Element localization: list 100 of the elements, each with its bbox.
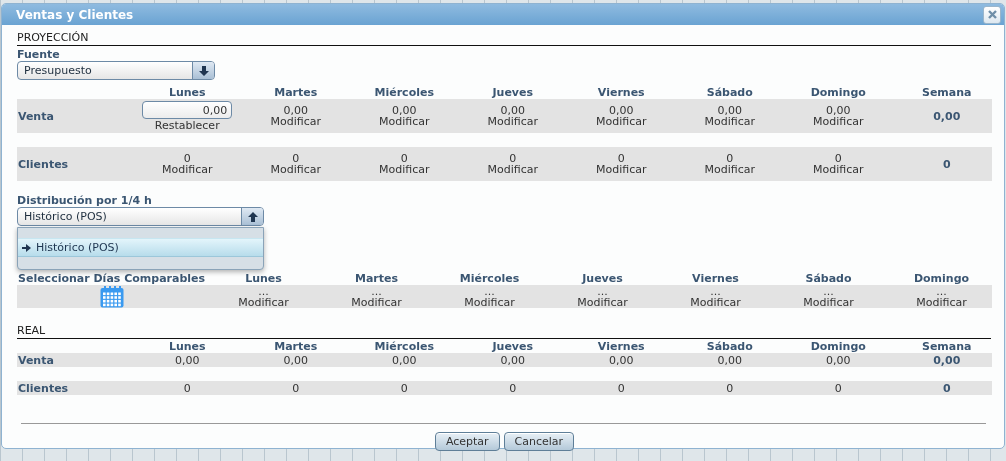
field-label: Fuente [17, 48, 61, 61]
section-label: Seleccionar Días Comparables [17, 272, 206, 285]
cell-value: 0,00 [609, 105, 634, 116]
row-label: Venta [17, 353, 54, 367]
calendar-icon[interactable] [100, 285, 124, 308]
dialog-button[interactable]: Aceptar [434, 432, 500, 451]
section-heading: PROYECCIÓN [17, 31, 991, 46]
close-button[interactable] [983, 5, 1001, 24]
total-value: 0 [942, 158, 951, 170]
dropdown-option[interactable]: Histórico (POS) [18, 238, 263, 257]
cell-value: 0,00 [500, 354, 525, 366]
cell-value: 0 [400, 153, 408, 164]
cell-value: 0 [292, 382, 300, 394]
modify-link[interactable]: Modificar [596, 164, 647, 175]
modify-link[interactable]: Modificar [487, 164, 538, 175]
reset-link[interactable]: Restablecer [154, 120, 220, 131]
column-header: Sábado [705, 340, 754, 353]
section-heading: REAL [17, 324, 991, 339]
window-title: Ventas y Clientes [16, 7, 134, 22]
column-header: Viernes [596, 86, 646, 99]
row-label: Clientes [17, 157, 69, 171]
column-header: Lunes [244, 272, 283, 285]
column-header: Viernes [691, 272, 740, 285]
select-field[interactable]: Presupuesto [17, 61, 215, 80]
modify-link[interactable]: Modificar [596, 116, 647, 127]
modify-link[interactable]: Modificar [704, 116, 755, 127]
cell-value: 0 [509, 382, 517, 394]
cell-value: 0,00 [826, 105, 851, 116]
up-arrow-icon [246, 210, 259, 223]
dropdown-button[interactable] [241, 208, 263, 225]
column-header: Jueves [491, 340, 535, 353]
cell-value: 0 [617, 382, 625, 394]
modify-link[interactable]: Modificar [487, 116, 538, 127]
column-header: Domingo [912, 272, 971, 285]
cell-value: ... [710, 285, 721, 297]
modify-link[interactable]: Modificar [916, 296, 967, 308]
cell-value: 0,00 [500, 105, 525, 116]
modify-link[interactable]: Modificar [803, 296, 854, 308]
column-header: Martes [273, 86, 319, 99]
row-label: Venta [17, 109, 54, 123]
cell-value: 0 [400, 382, 408, 394]
column-header: Jueves [580, 272, 624, 285]
cell-value: ... [936, 285, 947, 297]
column-header: Martes [353, 272, 400, 285]
cell-value: 0,00 [175, 354, 200, 366]
modify-link[interactable]: Modificar [464, 296, 515, 308]
column-header: Lunes [167, 340, 207, 353]
cell-value: ... [597, 285, 608, 297]
modify-link[interactable]: Modificar [270, 164, 321, 175]
cell-value: 0 [726, 382, 734, 394]
total-value: 0 [942, 382, 951, 394]
modify-link[interactable]: Modificar [270, 116, 321, 127]
dialog-button[interactable]: Cancelar [503, 432, 575, 451]
cell-value: 0 [183, 382, 191, 394]
modify-link[interactable]: Modificar [162, 164, 213, 175]
select-field[interactable]: Histórico (POS) [17, 207, 264, 226]
modify-link[interactable]: Modificar [577, 296, 628, 308]
cell-value: 0 [292, 153, 300, 164]
cell-value: 0 [834, 153, 842, 164]
column-header: Sábado [804, 272, 853, 285]
column-header: Miércoles [373, 340, 435, 353]
column-header: Domingo [809, 340, 867, 353]
cell-value: 0,00 [717, 354, 742, 366]
modify-link[interactable]: Modificar [379, 116, 430, 127]
value-input[interactable]: 0,00 [142, 101, 233, 119]
modify-link[interactable]: Modificar [379, 164, 430, 175]
column-header: Domingo [809, 86, 867, 99]
cell-value: 0 [834, 382, 842, 394]
dropdown-button[interactable] [192, 62, 214, 79]
column-header: Miércoles [373, 86, 435, 99]
total-value: 0,00 [933, 110, 961, 122]
down-arrow-icon [197, 64, 210, 77]
modify-link[interactable]: Modificar [690, 296, 741, 308]
column-header: Martes [273, 340, 319, 353]
column-header: Sábado [705, 86, 754, 99]
cell-value: ... [484, 285, 495, 297]
cell-value: 0,00 [717, 105, 742, 116]
cell-value: ... [258, 285, 269, 297]
cell-value: 0 [183, 153, 191, 164]
cell-value: 0,00 [283, 105, 308, 116]
cell-value: ... [823, 285, 834, 297]
modify-link[interactable]: Modificar [704, 164, 755, 175]
column-header: Semana [921, 86, 973, 99]
cell-value: ... [371, 285, 382, 297]
cell-value: 0 [726, 153, 734, 164]
modify-link[interactable]: Modificar [813, 164, 864, 175]
column-header: Lunes [167, 86, 207, 99]
cell-value: 0,00 [283, 354, 308, 366]
total-value: 0,00 [933, 354, 961, 366]
modify-link[interactable]: Modificar [813, 116, 864, 127]
column-header: Semana [921, 340, 973, 353]
field-label: Distribución por 1/4 h [17, 194, 153, 207]
right-arrow-icon [22, 243, 31, 252]
cell-value: 0,00 [826, 354, 851, 366]
cell-value: 0,00 [609, 354, 634, 366]
cell-value: 0,00 [392, 354, 417, 366]
cell-value: 0 [617, 153, 625, 164]
modify-link[interactable]: Modificar [238, 296, 289, 308]
column-header: Viernes [596, 340, 646, 353]
modify-link[interactable]: Modificar [351, 296, 402, 308]
